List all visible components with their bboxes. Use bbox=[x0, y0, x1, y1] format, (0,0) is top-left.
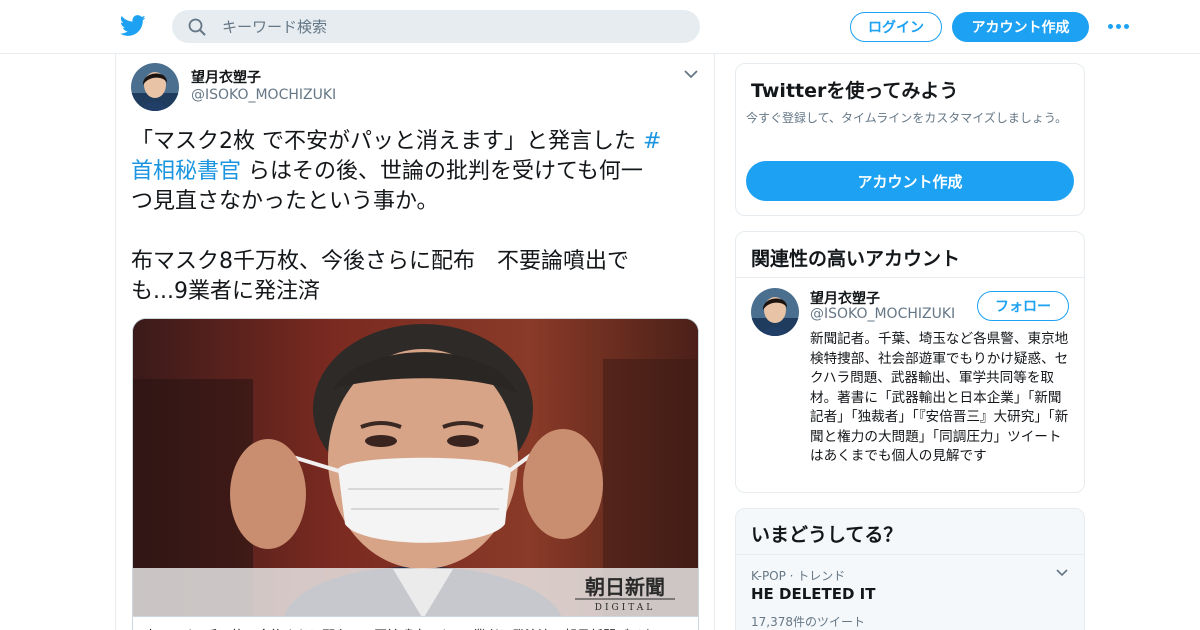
trend-tweet-count: 17,378件のツイート bbox=[751, 615, 865, 629]
tweet-text-line: も...9業者に発注済 bbox=[131, 279, 320, 304]
author-handle[interactable]: @ISOKO_MOCHIZUKI bbox=[191, 87, 336, 103]
avatar[interactable] bbox=[751, 288, 799, 336]
author-name[interactable]: 望月衣塑子 bbox=[191, 67, 261, 87]
tweet-text-line: 「マスク2枚 で不安がパッと消えます」と発言した # bbox=[131, 129, 662, 154]
top-navigation-bar: ログイン アカウント作成 bbox=[0, 0, 1200, 54]
related-account-bio: 新聞記者。千葉、埼玉など各県警、東京地検特捜部、社会部遊軍でもりかけ疑惑、セクハ… bbox=[810, 331, 1069, 464]
divider bbox=[736, 554, 1084, 555]
login-button[interactable]: ログイン bbox=[850, 12, 942, 42]
tweet-text-line: 首相秘書官 らはその後、世論の批判を受けても何一 bbox=[131, 159, 643, 184]
signup-promo-title: Twitterを使ってみよう bbox=[751, 80, 959, 102]
trend-item[interactable]: HE DELETED IT bbox=[751, 585, 876, 603]
link-card[interactable]: 朝日新聞 DIGITAL 布マスク8千万枚、今後さらに配布 不要論噴出でも...… bbox=[132, 318, 699, 630]
trend-category: K-POP · トレンド bbox=[751, 569, 846, 583]
signup-button[interactable]: アカウント作成 bbox=[952, 12, 1089, 42]
signup-promo-panel: Twitterを使ってみよう 今すぐ登録して、タイムラインをカスタマイズしましょ… bbox=[735, 63, 1085, 216]
tweet-text-paragraph: 布マスク8千万枚、今後さらに配布 不要論噴出で も...9業者に発注済 bbox=[131, 247, 691, 307]
card-caption[interactable]: 布マスク8千万枚、今後さらに配布 不要論噴出でも...9業者に発注済：朝日新聞デ… bbox=[133, 616, 698, 630]
create-account-button[interactable]: アカウント作成 bbox=[746, 161, 1074, 201]
search-bar[interactable] bbox=[172, 10, 700, 43]
hashtag-link[interactable]: # bbox=[643, 129, 661, 154]
tweet-detail: 望月衣塑子 @ISOKO_MOCHIZUKI 「マスク2枚 で不安がパッと消えま… bbox=[115, 54, 715, 630]
chevron-down-icon[interactable] bbox=[1055, 568, 1069, 578]
search-input[interactable] bbox=[222, 10, 682, 43]
hashtag-link[interactable]: 首相秘書官 bbox=[131, 159, 241, 184]
avatar[interactable] bbox=[131, 63, 179, 111]
related-account-name[interactable]: 望月衣塑子 bbox=[810, 288, 880, 308]
twitter-bird-icon[interactable] bbox=[120, 14, 146, 38]
more-dots-icon[interactable] bbox=[1108, 19, 1130, 33]
svg-text:朝日新聞: 朝日新聞 bbox=[585, 575, 665, 599]
follow-button[interactable]: フォロー bbox=[977, 291, 1069, 321]
tweet-text-line: つ見直さなかったという事か。 bbox=[131, 189, 439, 214]
related-accounts-panel: 関連性の高いアカウント 望月衣塑子 @ISOKO_MOCHIZUKI フォロー … bbox=[735, 231, 1085, 493]
trends-panel: いまどうしてる？ K-POP · トレンド HE DELETED IT 17,3… bbox=[735, 508, 1085, 630]
tweet-text: 「マスク2枚 で不安がパッと消えます」と発言した # 首相秘書官 らはその後、世… bbox=[131, 127, 691, 217]
related-account-handle[interactable]: @ISOKO_MOCHIZUKI bbox=[810, 306, 970, 322]
svg-text:DIGITAL: DIGITAL bbox=[595, 603, 656, 612]
divider bbox=[736, 277, 1084, 278]
chevron-down-icon[interactable] bbox=[683, 68, 699, 80]
trends-title: いまどうしてる？ bbox=[751, 524, 903, 546]
signup-promo-description: 今すぐ登録して、タイムラインをカスタマイズしましょう。 bbox=[746, 111, 1068, 125]
related-accounts-title: 関連性の高いアカウント bbox=[751, 248, 961, 270]
tweet-text-line: 布マスク8千万枚、今後さらに配布 不要論噴出で bbox=[131, 249, 629, 274]
search-icon bbox=[188, 18, 206, 36]
asahi-logo: 朝日新聞 DIGITAL bbox=[575, 575, 675, 612]
card-watermark: 朝日新聞 DIGITAL bbox=[133, 568, 698, 616]
